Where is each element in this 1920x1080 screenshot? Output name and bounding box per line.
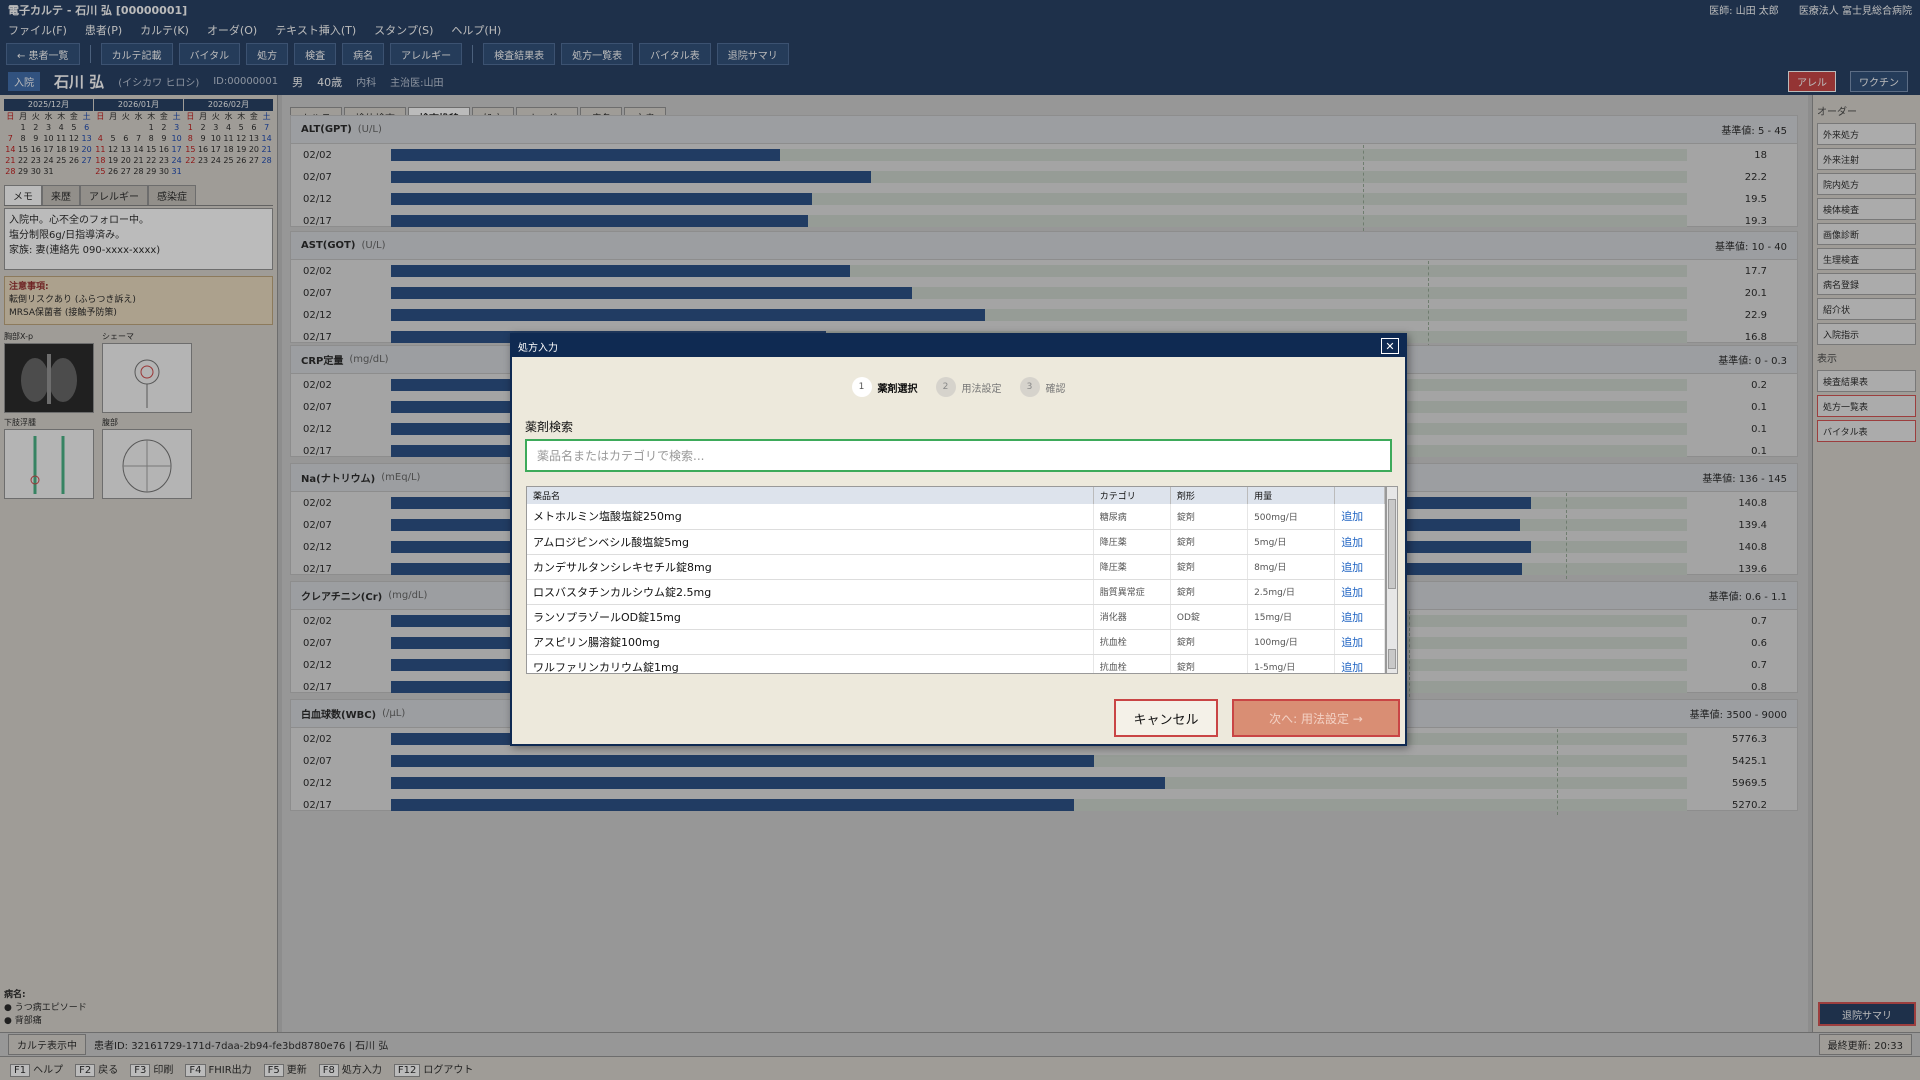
drug-category: 脂質異常症	[1093, 579, 1171, 605]
drug-dose: 8mg/日	[1247, 554, 1336, 580]
drug-name: ワルファリンカリウム錠1mg	[527, 654, 1094, 673]
add-drug-button[interactable]: 追加	[1334, 529, 1385, 555]
scrollbar-arrow-down[interactable]	[1388, 649, 1396, 669]
drug-dose: 5mg/日	[1247, 529, 1336, 555]
drug-row[interactable]: アムロジピンベシル酸塩錠5mg 降圧薬 錠剤 5mg/日 追加	[527, 529, 1385, 555]
add-drug-button[interactable]: 追加	[1334, 604, 1385, 630]
drug-form: 錠剤	[1170, 504, 1249, 530]
drug-form: 錠剤	[1170, 529, 1249, 555]
wizard-step-number: 3	[1019, 377, 1040, 397]
wizard-step-number: 1	[851, 377, 872, 397]
drug-category: 抗血栓	[1093, 654, 1171, 673]
drug-search-label: 薬剤検索	[525, 420, 574, 434]
drug-form: 錠剤	[1170, 629, 1249, 655]
drug-name: アスピリン腸溶錠100mg	[527, 629, 1094, 655]
drug-dose: 1-5mg/日	[1247, 654, 1336, 673]
drug-table-column-header[interactable]: 薬品名	[527, 487, 1094, 504]
drug-category: 降圧薬	[1093, 554, 1171, 580]
wizard-step: 1 薬剤選択	[851, 377, 918, 397]
add-drug-button[interactable]: 追加	[1334, 654, 1385, 673]
wizard-step-label: 薬剤選択	[877, 383, 918, 395]
drug-form: 錠剤	[1170, 654, 1249, 673]
drug-category: 糖尿病	[1093, 504, 1171, 530]
drug-name: メトホルミン塩酸塩錠250mg	[527, 504, 1094, 530]
drug-row[interactable]: メトホルミン塩酸塩錠250mg 糖尿病 錠剤 500mg/日 追加	[527, 504, 1385, 530]
add-drug-button[interactable]: 追加	[1334, 554, 1385, 580]
wizard-step: 2 用法設定	[935, 377, 1002, 397]
drug-name: ランソプラゾールOD錠15mg	[527, 604, 1094, 630]
drug-name: アムロジピンベシル酸塩錠5mg	[527, 529, 1094, 555]
drug-row[interactable]: カンデサルタンシレキセチル錠8mg 降圧薬 錠剤 8mg/日 追加	[527, 554, 1385, 580]
drug-name: ロスバスタチンカルシウム錠2.5mg	[527, 579, 1094, 605]
drug-form: OD錠	[1170, 604, 1249, 630]
drug-dose: 2.5mg/日	[1247, 579, 1336, 605]
dialog-title: 処方入力	[518, 342, 558, 354]
drug-dose: 100mg/日	[1247, 629, 1336, 655]
next-step-button[interactable]: 次へ: 用法設定 →	[1232, 699, 1400, 737]
wizard-step: 3 確認	[1019, 377, 1066, 397]
drug-category: 抗血栓	[1093, 629, 1171, 655]
wizard-step-label: 確認	[1045, 383, 1066, 395]
drug-table-column-header[interactable]: 剤形	[1170, 487, 1249, 504]
drug-table: 薬品名 カテゴリ 剤形 用量 メトホルミン塩酸塩錠250mg 糖尿病 錠剤 500mg/日追…	[526, 486, 1386, 674]
drug-table-header: 薬品名 カテゴリ 剤形 用量	[527, 487, 1385, 504]
dialog-titlebar: 処方入力 ✕	[512, 335, 1405, 357]
add-drug-button[interactable]: 追加	[1334, 629, 1385, 655]
prescription-dialog: 処方入力 ✕ 1 薬剤選択 2 用法設定 3 確認 薬剤検索 薬品名カテゴリ剤形用量 メト…	[510, 333, 1407, 746]
drug-row[interactable]: ロスバスタチンカルシウム錠2.5mg 脂質異常症 錠剤 2.5mg/日 追加	[527, 579, 1385, 605]
drug-search-input[interactable]	[525, 439, 1392, 472]
add-drug-button[interactable]: 追加	[1334, 579, 1385, 605]
add-drug-button[interactable]: 追加	[1334, 504, 1385, 530]
wizard-step-number: 2	[935, 377, 956, 397]
drug-table-column-header[interactable]: カテゴリ	[1093, 487, 1171, 504]
wizard-steps: 1 薬剤選択 2 用法設定 3 確認	[512, 377, 1405, 397]
close-icon[interactable]: ✕	[1381, 338, 1399, 354]
drug-table-column-header[interactable]: 用量	[1247, 487, 1336, 504]
drug-row[interactable]: アスピリン腸溶錠100mg 抗血栓 錠剤 100mg/日 追加	[527, 629, 1385, 655]
drug-form: 錠剤	[1170, 579, 1249, 605]
drug-table-body: メトホルミン塩酸塩錠250mg 糖尿病 錠剤 500mg/日 追加 アムロジピンベシル酸塩…	[527, 504, 1385, 673]
drug-dose: 500mg/日	[1247, 504, 1336, 530]
wizard-step-label: 用法設定	[961, 383, 1002, 395]
drug-name: カンデサルタンシレキセチル錠8mg	[527, 554, 1094, 580]
drug-table-column-header[interactable]	[1334, 487, 1385, 504]
drug-table-scrollbar[interactable]	[1386, 486, 1398, 674]
drug-dose: 15mg/日	[1247, 604, 1336, 630]
drug-row[interactable]: ランソプラゾールOD錠15mg 消化器 OD錠 15mg/日 追加	[527, 604, 1385, 630]
cancel-button[interactable]: キャンセル	[1114, 699, 1218, 737]
scrollbar-thumb[interactable]	[1388, 499, 1396, 589]
drug-category: 降圧薬	[1093, 529, 1171, 555]
drug-form: 錠剤	[1170, 554, 1249, 580]
drug-row[interactable]: ワルファリンカリウム錠1mg 抗血栓 錠剤 1-5mg/日 追加	[527, 654, 1385, 673]
drug-category: 消化器	[1093, 604, 1171, 630]
